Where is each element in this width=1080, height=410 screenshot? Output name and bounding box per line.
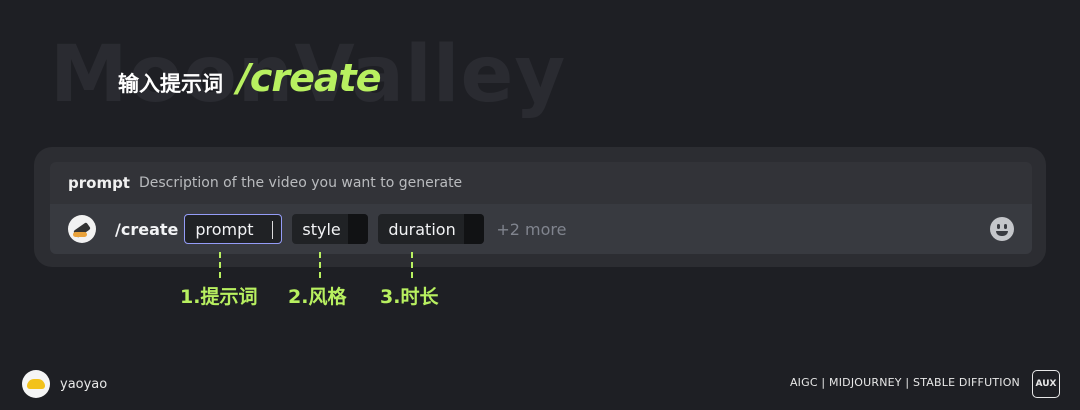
label-style: 2.风格 (288, 286, 347, 308)
author-logo-icon (22, 370, 50, 398)
author-name: yaoyao (60, 376, 108, 392)
page-title: 输入提示词 /create (118, 56, 381, 100)
command-input-bar[interactable]: /create prompt style duration +2 more (50, 204, 1032, 254)
bot-avatar-icon (68, 215, 96, 243)
title-command: /create (237, 56, 381, 100)
chat-input-panel: prompt Description of the video you want… (34, 147, 1046, 267)
style-option-field[interactable]: style (292, 214, 369, 244)
emoji-icon[interactable] (990, 217, 1014, 241)
option-hint-bar: prompt Description of the video you want… (50, 162, 1032, 204)
label-duration: 3.时长 (380, 286, 439, 308)
title-text: 输入提示词 (118, 72, 223, 96)
duration-option-value[interactable] (464, 214, 485, 244)
hint-option-description: Description of the video you want to gen… (138, 175, 463, 191)
duration-option-label: duration (388, 219, 456, 239)
slash-command-name: /create (115, 219, 179, 239)
author-block: yaoyao (22, 370, 107, 398)
style-option-label: style (302, 219, 341, 239)
aux-badge: AUX (1032, 370, 1060, 398)
more-options-link[interactable]: +2 more (496, 220, 566, 239)
prompt-option-field[interactable]: prompt (184, 214, 283, 244)
connector-duration (411, 252, 413, 278)
duration-option-field[interactable]: duration (378, 214, 485, 244)
hint-option-name: prompt (68, 174, 130, 192)
footer-tags: AIGC | MIDJOURNEY | STABLE DIFFUTION (789, 376, 1020, 389)
style-option-value[interactable] (348, 214, 369, 244)
connector-prompt (219, 252, 221, 278)
text-caret (272, 221, 274, 239)
label-prompt: 1.提示词 (180, 286, 258, 308)
connector-style (319, 252, 321, 278)
prompt-option-label: prompt (195, 219, 254, 239)
